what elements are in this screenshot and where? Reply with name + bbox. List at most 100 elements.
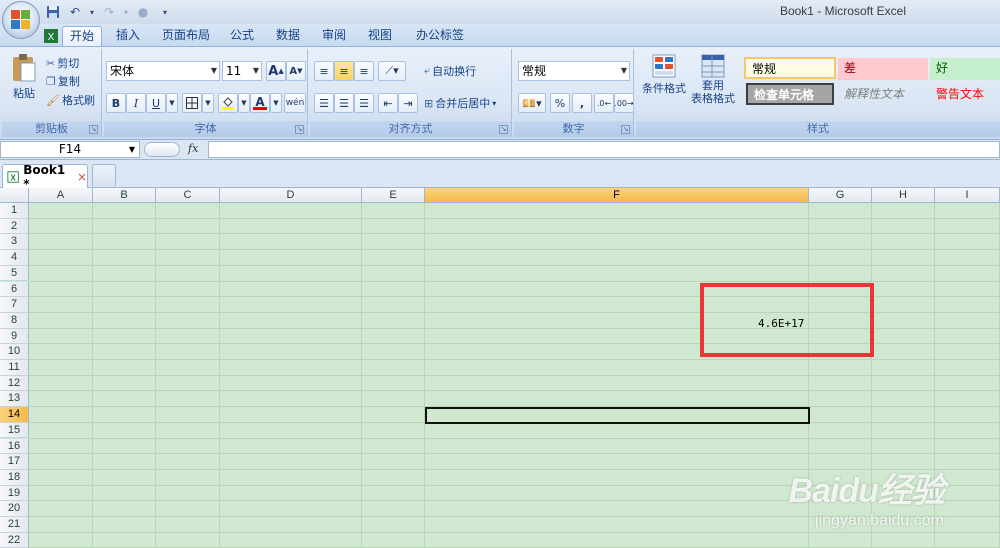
paste-button[interactable]: 粘贴	[8, 53, 40, 101]
row-header-21[interactable]: 21	[0, 517, 29, 533]
clipboard-launcher-icon[interactable]: ↘	[89, 125, 98, 134]
row-header-1[interactable]: 1	[0, 203, 29, 219]
conditional-format-button[interactable]: 条件格式	[638, 53, 690, 96]
row-header-9[interactable]: 9	[0, 328, 29, 345]
grow-font-button[interactable]: A ▲	[266, 61, 286, 81]
row-header-12[interactable]: 12	[0, 375, 29, 392]
fill-dropdown-icon[interactable]: ▼	[238, 93, 250, 113]
shrink-font-button[interactable]: A ▼	[286, 61, 306, 81]
column-header-i[interactable]: I	[935, 188, 1000, 203]
font-color-dropdown-icon[interactable]: ▼	[270, 93, 282, 113]
row-header-4[interactable]: 4	[0, 250, 29, 266]
number-format-select[interactable]: 常规 ▼	[518, 61, 630, 81]
tab-home[interactable]: 开始	[62, 26, 102, 46]
style-check-cell[interactable]: 检查单元格	[746, 83, 834, 105]
tab-page-layout[interactable]: 页面布局	[154, 26, 218, 46]
number-launcher-icon[interactable]: ↘	[621, 125, 630, 134]
wrap-text-button[interactable]: ⤶ 自动换行	[424, 63, 476, 79]
tab-excel-icon[interactable]: X	[42, 26, 60, 46]
cut-button[interactable]: ✂ 剪切	[46, 55, 79, 71]
row-header-8[interactable]: 8	[0, 312, 29, 329]
selected-cell-f14[interactable]	[425, 407, 810, 424]
paste-label: 粘贴	[13, 87, 35, 100]
alignment-launcher-icon[interactable]: ↘	[499, 125, 508, 134]
formula-input[interactable]	[208, 141, 1000, 158]
increase-indent-button[interactable]: ⇥	[398, 93, 418, 113]
row-header-14[interactable]: 14	[0, 407, 29, 423]
format-painter-button[interactable]: 🖌 格式刷	[46, 92, 95, 108]
align-center-button[interactable]: ☰	[334, 93, 354, 113]
tab-formulas[interactable]: 公式	[224, 26, 260, 46]
row-header-11[interactable]: 11	[0, 360, 29, 376]
column-header-b[interactable]: B	[93, 188, 156, 203]
row-header-16[interactable]: 16	[0, 438, 29, 455]
bold-button[interactable]: B	[106, 93, 126, 113]
copy-button[interactable]: ❐ 复制	[46, 73, 80, 89]
style-warning[interactable]: 警告文本	[930, 84, 1000, 106]
row-header-15[interactable]: 15	[0, 422, 29, 439]
style-bad[interactable]: 差	[838, 58, 928, 80]
increase-decimal-button[interactable]: .0←	[594, 93, 614, 113]
orientation-button[interactable]: ⟋▾	[378, 61, 406, 81]
row-header-2[interactable]: 2	[0, 218, 29, 235]
column-header-d[interactable]: D	[220, 188, 362, 203]
font-size-select[interactable]: 11 ▼	[222, 61, 262, 81]
office-button[interactable]	[2, 1, 40, 39]
column-header-c[interactable]: C	[156, 188, 220, 203]
decrease-indent-button[interactable]: ⇤	[378, 93, 398, 113]
tab-office-tabs[interactable]: 办公标签	[408, 26, 472, 46]
row-header-5[interactable]: 5	[0, 265, 29, 282]
column-header-h[interactable]: H	[872, 188, 935, 203]
fill-color-button[interactable]	[218, 93, 238, 113]
column-header-e[interactable]: E	[362, 188, 425, 203]
italic-button[interactable]: I	[126, 93, 146, 113]
style-normal[interactable]: 常规	[744, 57, 836, 79]
row-header-10[interactable]: 10	[0, 344, 29, 360]
comma-button[interactable]: ,	[572, 93, 592, 113]
column-header-f[interactable]: F	[425, 188, 809, 203]
align-left-button[interactable]: ☰	[314, 93, 334, 113]
underline-dropdown-icon[interactable]: ▼	[166, 93, 178, 113]
name-box[interactable]: F14 ▼	[0, 141, 140, 158]
merge-center-button[interactable]: ⊞ 合并后居中 ▾	[424, 95, 496, 111]
decrease-decimal-button[interactable]: .00→	[614, 93, 634, 113]
borders-button[interactable]	[182, 93, 202, 113]
borders-dropdown-icon[interactable]: ▼	[202, 93, 214, 113]
phonetic-button[interactable]: wén	[284, 93, 306, 113]
insert-function-icon[interactable]: fx	[188, 142, 198, 155]
align-middle-button[interactable]: ≡	[334, 61, 354, 81]
percent-button[interactable]: %	[550, 93, 570, 113]
row-header-19[interactable]: 19	[0, 485, 29, 502]
row-header-22[interactable]: 22	[0, 532, 29, 548]
font-color-button[interactable]: A	[250, 93, 270, 113]
formula-bar-splitter[interactable]	[144, 142, 180, 157]
row-header-17[interactable]: 17	[0, 454, 29, 470]
row-header-13[interactable]: 13	[0, 391, 29, 408]
row-header-7[interactable]: 7	[0, 297, 29, 313]
align-right-button[interactable]: ☰	[354, 93, 374, 113]
font-launcher-icon[interactable]: ↘	[295, 125, 304, 134]
column-header-a[interactable]: A	[29, 188, 93, 203]
currency-button[interactable]: 💴▾	[518, 93, 546, 113]
select-all-corner[interactable]	[0, 188, 29, 203]
tab-data[interactable]: 数据	[270, 26, 306, 46]
style-explanatory[interactable]: 解释性文本	[838, 84, 928, 106]
close-icon[interactable]: ×	[77, 170, 87, 184]
row-header-20[interactable]: 20	[0, 501, 29, 517]
align-bottom-button[interactable]: ≡	[354, 61, 374, 81]
column-header-g[interactable]: G	[809, 188, 872, 203]
style-good[interactable]: 好	[930, 58, 1000, 80]
row-header-18[interactable]: 18	[0, 469, 29, 486]
tab-view[interactable]: 视图	[362, 26, 398, 46]
spreadsheet-grid[interactable]: ABCDEFGHI 1 2 3 4 5 6 7 8 9 10 11 12 13 14 15 16 17 18 19 2…	[0, 188, 1000, 548]
workbook-tab-book1[interactable]: X Book1 * ×	[2, 163, 88, 191]
row-header-6[interactable]: 6	[0, 281, 29, 298]
underline-button[interactable]: U	[146, 93, 166, 113]
new-tab-button[interactable]	[92, 164, 116, 186]
format-as-table-button[interactable]: 套用 表格格式	[688, 53, 738, 105]
font-name-select[interactable]: 宋体 ▼	[106, 61, 220, 81]
row-header-3[interactable]: 3	[0, 234, 29, 251]
tab-review[interactable]: 审阅	[316, 26, 352, 46]
align-top-button[interactable]: ≡	[314, 61, 334, 81]
tab-insert[interactable]: 插入	[108, 26, 148, 46]
